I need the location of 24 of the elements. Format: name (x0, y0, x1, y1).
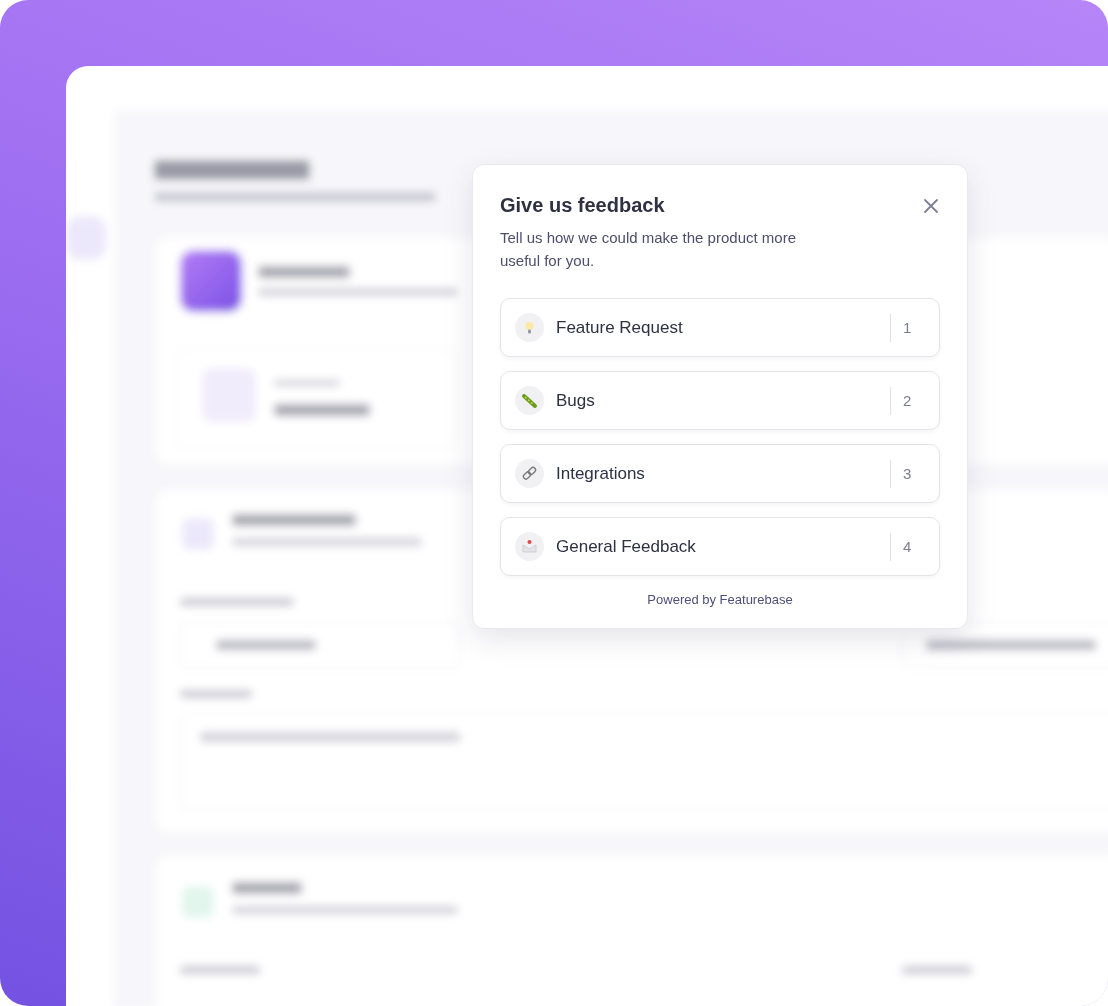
dialog-title: Give us feedback (500, 193, 665, 217)
shortcut-number: 4 (890, 532, 925, 561)
category-button[interactable]: Feature Request 1 (500, 298, 940, 357)
blurred-icon-tile (182, 886, 214, 918)
dialog-subtitle: Tell us how we could make the product more useful for you. (500, 228, 797, 271)
shortcut-number: 2 (890, 386, 925, 415)
category-button[interactable]: Bugs 2 (500, 371, 940, 430)
blurred-app-icon (180, 250, 242, 312)
close-icon (923, 197, 939, 214)
category-button[interactable]: Integrations 3 (500, 444, 940, 503)
envelope-icon (515, 532, 544, 561)
lightbulb-icon (515, 313, 544, 342)
powered-by-text: Powered by Featurebase (646, 591, 794, 609)
category-label: General Feedback (556, 535, 697, 558)
link-icon (515, 459, 544, 488)
category-label: Feature Request (556, 316, 684, 339)
caterpillar-icon (515, 386, 544, 415)
blurred-nav-item (66, 216, 106, 260)
shortcut-number: 3 (890, 459, 925, 488)
category-label: Integrations (556, 462, 646, 485)
category-label: Bugs (556, 389, 596, 412)
blurred-heading (232, 882, 302, 894)
category-button[interactable]: General Feedback 4 (500, 517, 940, 576)
shortcut-number: 1 (890, 313, 925, 342)
